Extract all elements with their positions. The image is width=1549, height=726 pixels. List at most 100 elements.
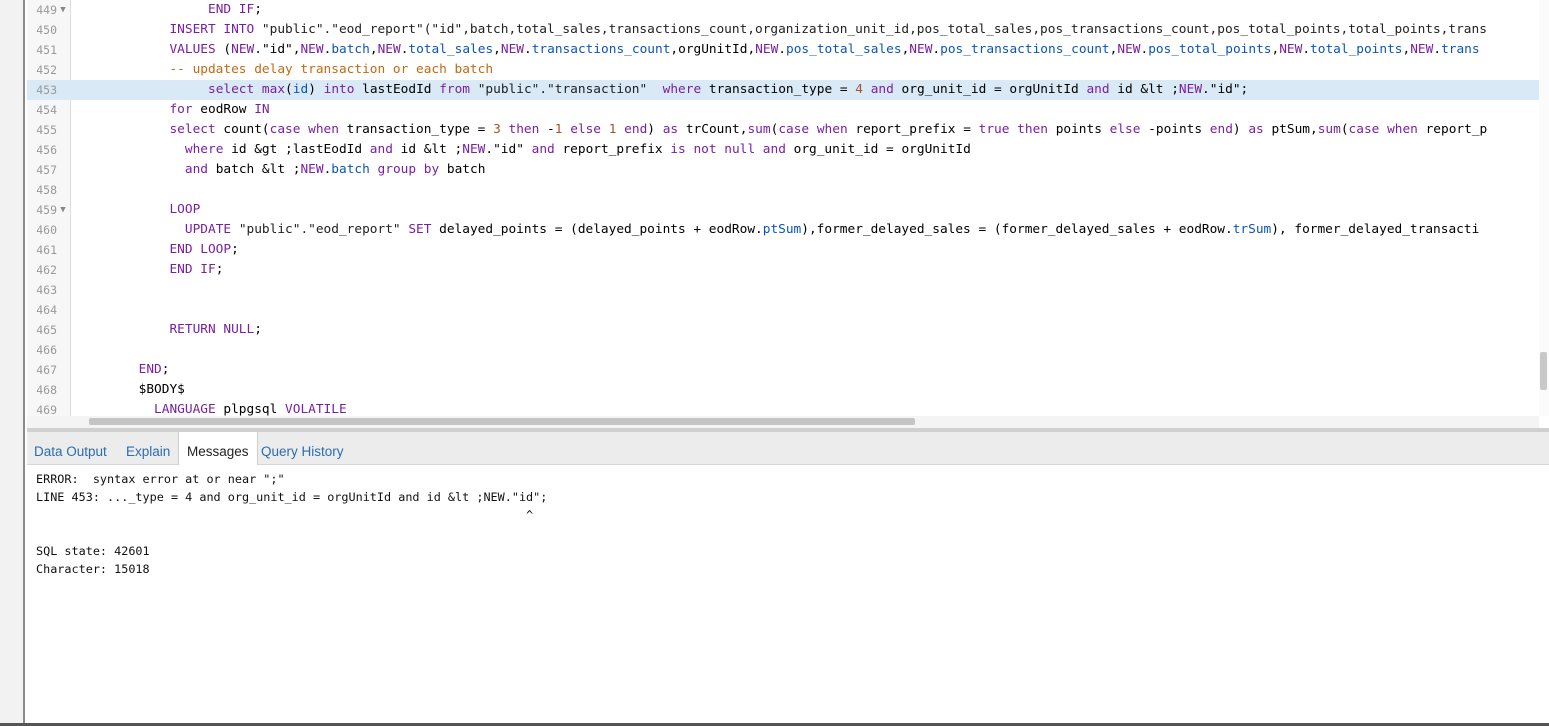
code-line[interactable]: 455 select count(case when transaction_t… xyxy=(27,120,1539,140)
line-number: 467 xyxy=(36,363,57,377)
code-token: report_prefix xyxy=(562,142,671,157)
line-number: 453 xyxy=(36,83,57,97)
code-line[interactable]: 454 for eodRow IN xyxy=(27,100,1539,120)
code-token: $BODY$ xyxy=(138,382,185,397)
line-number: 466 xyxy=(36,343,57,357)
line-number: 454 xyxy=(36,103,57,117)
character-position-line: Character: 15018 xyxy=(36,562,150,576)
horizontal-scrollbar-thumb[interactable] xyxy=(89,418,915,425)
tab-data-output[interactable]: Data Output xyxy=(34,432,107,465)
code-token: - xyxy=(547,122,555,137)
code-token: ),former_delayed_sales = (former_delayed… xyxy=(801,222,1233,237)
code-line[interactable]: 457 and batch &lt ;NEW.batch group by ba… xyxy=(27,160,1539,180)
tab-explain[interactable]: Explain xyxy=(126,432,170,465)
line-number: 457 xyxy=(36,163,57,177)
code-token: ."id" xyxy=(485,142,532,157)
code-token: NEW xyxy=(1410,42,1434,57)
line-number: 455 xyxy=(36,123,57,137)
code-token: end xyxy=(624,122,648,137)
code-token: -- updates delay transaction or each bat… xyxy=(169,62,494,77)
code-line[interactable]: 458 xyxy=(27,180,1539,200)
code-line[interactable]: 463 xyxy=(27,280,1539,300)
code-token: transaction_type = xyxy=(708,82,856,97)
code-text: END IF; xyxy=(77,0,262,20)
code-token: pos_total_sales xyxy=(786,42,902,57)
code-token: report_prefix = xyxy=(855,122,979,137)
code-line[interactable]: 453 select max(id) into lastEodId from "… xyxy=(27,80,1539,100)
code-token: ; xyxy=(254,322,262,337)
code-token: plpgsql xyxy=(223,402,286,417)
code-token: for xyxy=(169,102,201,117)
code-line[interactable]: 456 where id &gt ;lastEodId and id &lt ;… xyxy=(27,140,1539,160)
code-token: NEW xyxy=(1279,42,1303,57)
editor-horizontal-scrollbar[interactable] xyxy=(27,416,1539,428)
line-number: 460 xyxy=(36,223,57,237)
code-token: trans xyxy=(1441,42,1480,57)
code-line[interactable]: 462 END IF; xyxy=(27,260,1539,280)
code-line[interactable]: 464 xyxy=(27,300,1539,320)
code-token: points xyxy=(1055,122,1110,137)
output-tab-bar: Data Output Explain Messages Query Histo… xyxy=(27,432,1549,465)
code-text: VALUES (NEW."id",NEW.batch,NEW.total_sal… xyxy=(77,40,1480,60)
code-line[interactable]: 452 -- updates delay transaction or each… xyxy=(27,60,1539,80)
code-line[interactable]: 468 $BODY$ xyxy=(27,380,1539,400)
line-number: 452 xyxy=(36,63,57,77)
code-token: batch &lt ; xyxy=(215,162,301,177)
code-token: . xyxy=(1433,42,1442,57)
sql-editor[interactable]: 449 ▼ END IF; 450 INSERT INTO "public"."eo… xyxy=(27,0,1549,428)
fold-toggle-icon[interactable]: ▼ xyxy=(58,0,68,20)
code-token: NEW xyxy=(300,162,324,177)
code-token: ."id"; xyxy=(1202,82,1249,97)
code-token: and xyxy=(1086,82,1118,97)
code-token: sum xyxy=(747,122,771,137)
tab-query-history[interactable]: Query History xyxy=(261,432,344,465)
code-token: RETURN NULL xyxy=(169,322,255,337)
line-number: 451 xyxy=(36,43,57,57)
code-token: select xyxy=(169,122,224,137)
code-token: ( xyxy=(1340,122,1349,137)
code-token: NEW xyxy=(377,42,401,57)
code-token: 3 xyxy=(493,122,501,137)
code-token: trCount, xyxy=(685,122,748,137)
code-token: end xyxy=(1209,122,1233,137)
code-token: transaction_type = xyxy=(346,122,494,137)
code-token: id &lt ; xyxy=(1117,82,1179,97)
code-line[interactable]: 465 RETURN NULL; xyxy=(27,320,1539,340)
code-token: trSum xyxy=(1232,222,1272,237)
code-token: NEW xyxy=(909,42,933,57)
code-token: into xyxy=(323,82,363,97)
code-token: batch xyxy=(446,162,486,177)
code-line[interactable]: 460 UPDATE "public"."eod_report" SET del… xyxy=(27,220,1539,240)
code-line[interactable]: 466 xyxy=(27,340,1539,360)
code-line[interactable]: 449 ▼ END IF; xyxy=(27,0,1539,20)
code-line[interactable]: 451 VALUES (NEW."id",NEW.batch,NEW.total… xyxy=(27,40,1539,60)
code-line[interactable]: 450 INSERT INTO "public"."eod_report"("i… xyxy=(27,20,1539,40)
fold-toggle-icon[interactable]: ▼ xyxy=(58,200,68,220)
code-token: ) xyxy=(1232,122,1249,137)
code-token: NEW xyxy=(500,42,524,57)
code-token: case when xyxy=(269,122,347,137)
code-text: RETURN NULL; xyxy=(77,320,262,340)
code-token: "public"."eod_report"("id",batch,total_s… xyxy=(261,22,1487,37)
code-token: VALUES xyxy=(169,42,224,57)
tab-messages[interactable]: Messages xyxy=(178,432,258,465)
code-line[interactable]: 461 END LOOP; xyxy=(27,240,1539,260)
code-line[interactable]: 467 END; xyxy=(27,360,1539,380)
vertical-scrollbar-thumb[interactable] xyxy=(1540,352,1547,390)
code-token: , xyxy=(493,42,501,57)
code-token: NEW xyxy=(1117,42,1141,57)
line-number: 461 xyxy=(36,243,57,257)
code-line[interactable]: 459 ▼ LOOP xyxy=(27,200,1539,220)
editor-vertical-scrollbar[interactable] xyxy=(1539,0,1549,416)
code-text: where id &gt ;lastEodId and id &lt ;NEW.… xyxy=(77,140,971,160)
code-text: -- updates delay transaction or each bat… xyxy=(77,60,493,80)
